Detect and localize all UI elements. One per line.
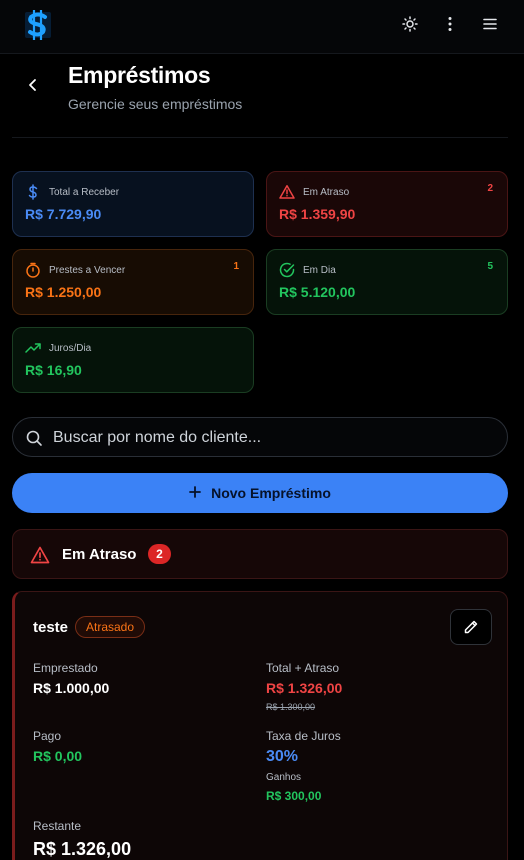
remaining-label: Restante [33,819,82,833]
lent-label: Emprestado [33,661,98,675]
stat-count: 2 [487,183,493,194]
lent-value: R$ 1.000,00 [33,680,110,696]
stat-card-overdue[interactable]: Em Atraso 2 R$ 1.359,90 [266,171,508,237]
new-loan-label: Novo Empréstimo [211,485,331,501]
total-original-value: R$ 1.300,00 [266,702,316,712]
stat-label: Prestes a Vencer [49,265,126,276]
stat-value: R$ 5.120,00 [279,284,356,300]
stat-count: 5 [487,261,493,272]
new-loan-button[interactable]: Novo Empréstimo [12,473,508,513]
stat-value: R$ 1.250,00 [25,284,102,300]
stat-label: Em Atraso [303,187,350,198]
stat-label: Em Dia [303,265,336,276]
timer-icon [25,262,41,278]
hamburger-icon[interactable] [479,13,501,35]
stat-card-total[interactable]: Total a Receber R$ 7.729,90 [12,171,254,237]
edit-button[interactable] [450,609,492,645]
remaining-value: R$ 1.326,00 [33,839,132,859]
page-subtitle: Gerencie seus empréstimos [68,96,243,112]
plus-icon [189,485,201,501]
paid-value: R$ 0,00 [33,748,83,764]
stat-value: R$ 16,90 [25,362,82,378]
search-input[interactable] [53,426,493,450]
vertical-dots-icon[interactable] [439,13,461,35]
stat-value: R$ 1.359,90 [279,206,356,222]
total-label: Total + Atraso [266,661,340,675]
page-title: Empréstimos [68,62,211,88]
top-bar [0,0,524,54]
earnings-value: R$ 300,00 [266,789,322,803]
stat-label: Juros/Dia [49,343,92,354]
pencil-icon [464,620,478,634]
earnings-label: Ganhos [266,772,302,783]
alert-triangle-icon [30,545,50,565]
alert-triangle-icon [279,184,295,200]
stat-card-due-soon[interactable]: Prestes a Vencer 1 R$ 1.250,00 [12,249,254,315]
search-icon [25,429,43,447]
stat-card-on-time[interactable]: Em Dia 5 R$ 5.120,00 [266,249,508,315]
chevron-left-icon [29,79,36,91]
check-circle-icon [279,262,295,278]
back-button[interactable] [22,74,44,96]
dollar-logo-icon[interactable] [24,8,52,42]
client-name: teste [33,619,69,636]
stat-label: Total a Receber [49,187,120,198]
rate-value: 30% [266,748,299,765]
loan-card[interactable]: teste Atrasado Emprestado R$ 1.000,00 To… [12,591,508,860]
rate-label: Taxa de Juros [266,729,341,743]
paid-label: Pago [33,729,62,743]
search-box [12,417,508,457]
stat-value: R$ 7.729,90 [25,206,102,222]
sun-icon[interactable] [399,13,421,35]
stat-card-interest[interactable]: Juros/Dia R$ 16,90 [12,327,254,393]
stat-count: 1 [233,261,239,272]
overdue-section-header[interactable]: Em Atraso 2 [12,529,508,579]
section-title: Em Atraso [62,546,137,563]
count-badge: 2 [148,544,171,564]
total-value: R$ 1.326,00 [266,680,343,696]
divider [12,137,508,138]
status-badge: Atrasado [75,616,146,638]
trending-up-icon [25,340,41,356]
dollar-icon [25,184,41,200]
